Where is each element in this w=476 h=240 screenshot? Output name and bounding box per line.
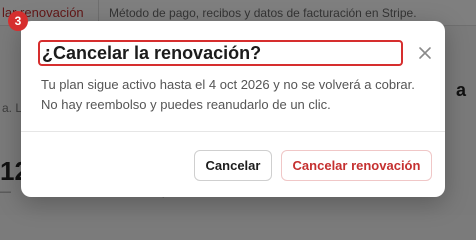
step-badge: 3 bbox=[8, 11, 28, 31]
dialog-body-text: Tu plan sigue activo hasta el 4 oct 2026… bbox=[41, 77, 415, 112]
confirm-cancel-renewal-button[interactable]: Cancelar renovación bbox=[281, 150, 432, 181]
close-icon[interactable] bbox=[416, 44, 434, 62]
dialog-header: ¿Cancelar la renovación? Tu plan sigue a… bbox=[21, 21, 445, 131]
dialog-divider bbox=[21, 131, 445, 132]
cancel-renewal-dialog: ¿Cancelar la renovación? Tu plan sigue a… bbox=[21, 21, 445, 197]
dialog-title: ¿Cancelar la renovación? bbox=[38, 40, 403, 66]
cancel-button[interactable]: Cancelar bbox=[194, 150, 272, 181]
